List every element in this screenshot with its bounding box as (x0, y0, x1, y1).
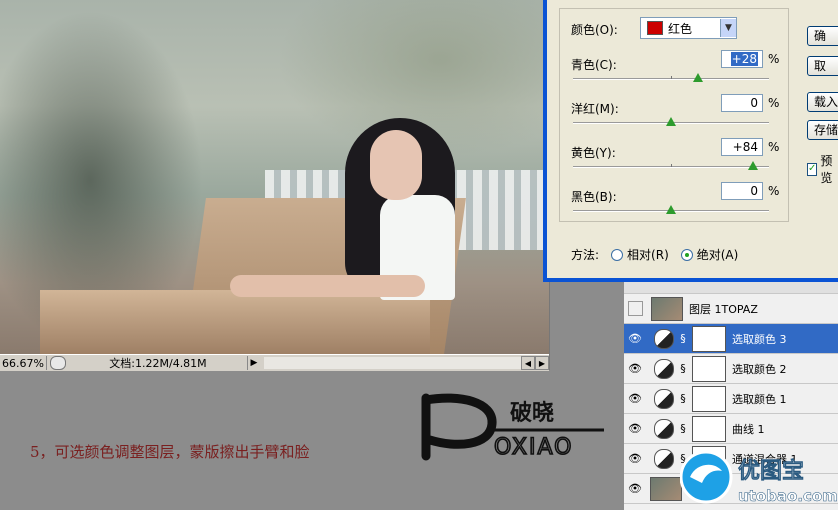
slider-center-tick (671, 76, 672, 79)
slider-row: 青色(C): +28% (571, 50, 781, 94)
scroll-right-icon[interactable]: ▶ (535, 356, 549, 370)
eye-icon[interactable]: 👁 (624, 362, 646, 375)
eye-icon[interactable]: 👁 (624, 452, 646, 465)
radio-relative-label[interactable]: 相对(R) (627, 246, 669, 263)
adjustment-layer-icon (654, 358, 674, 379)
colors-label: 颜色(O): (571, 23, 618, 37)
chevron-down-icon[interactable]: ▼ (720, 19, 736, 37)
document-window: 66.67% 文档:1.22M/4.81M ▶ ◀ ▶ (0, 0, 550, 371)
adjustment-layer-icon (654, 448, 674, 469)
info-icon[interactable] (50, 356, 66, 370)
ok-button[interactable]: 确 (807, 26, 838, 46)
layer-name: 选取颜色 2 (732, 362, 787, 376)
save-button[interactable]: 存储 (807, 120, 838, 140)
layer-mask-thumbnail[interactable] (692, 385, 726, 412)
slider-thumb[interactable] (666, 117, 676, 126)
adjustment-layer-icon (654, 328, 674, 349)
layer-mask-thumbnail[interactable] (692, 355, 726, 382)
slider-label: 青色(C): (571, 58, 617, 72)
chain-link-icon[interactable]: § (676, 392, 690, 405)
slider-row: 洋红(M): 0% (571, 94, 781, 138)
photo-canvas[interactable] (0, 0, 549, 354)
eye-icon[interactable]: 👁 (624, 392, 646, 405)
slider-value-input[interactable]: +84 (721, 138, 763, 156)
slider-label: 黄色(Y): (571, 146, 616, 160)
step-caption: 5，可选颜色调整图层，蒙版擦出手臂和脸 (30, 443, 310, 461)
logo-latin: OXIAO (494, 435, 573, 460)
railing-top (40, 290, 430, 354)
preview-checkbox[interactable]: ✓ 预览 (807, 152, 838, 186)
layer-mask-thumbnail[interactable] (692, 325, 726, 352)
slider-thumb[interactable] (748, 161, 759, 170)
slider-value: +84 (732, 140, 758, 154)
dialog-body: 颜色(O): 红色 ▼ 青色(C): +28% 洋红(M): 0% 黄色(Y): +84%… (547, 0, 838, 278)
layer-name: 曲线 1 (732, 422, 765, 436)
layer-row[interactable]: 👁 § 选取颜色 1 (624, 384, 838, 414)
adjustment-layer-icon (654, 388, 674, 409)
chain-link-icon[interactable]: § (676, 332, 690, 345)
percent-label: % (768, 140, 780, 154)
percent-label: % (768, 52, 780, 66)
method-group: 方法: 相对(R) 绝对(A) (571, 246, 738, 263)
radio-absolute[interactable] (680, 248, 693, 261)
layer-name: 选取颜色 1 (732, 392, 787, 406)
status-bar: 66.67% 文档:1.22M/4.81M ▶ ◀ ▶ (0, 354, 549, 371)
slider-value-input[interactable]: +28 (721, 50, 763, 68)
red-swatch (647, 21, 663, 35)
layer-thumbnail[interactable] (650, 476, 682, 501)
percent-label: % (768, 96, 780, 110)
doc-info: 文档:1.22M/4.81M (69, 356, 248, 370)
layer-name: 选取颜色 3 (732, 332, 787, 346)
layer-name: 图层 1TOPAZ (689, 302, 758, 316)
layer-mask-thumbnail[interactable] (692, 415, 726, 442)
slider-value-input[interactable]: 0 (721, 182, 763, 200)
horizontal-scrollbar[interactable] (264, 357, 521, 369)
eye-icon[interactable]: 👁 (624, 422, 646, 435)
slider-label: 黑色(B): (571, 190, 617, 204)
checkmark-icon[interactable]: ✓ (807, 162, 818, 176)
status-menu-arrow-icon[interactable]: ▶ (248, 356, 260, 370)
logo-chinese: 破晓 (510, 400, 554, 426)
radio-absolute-label[interactable]: 绝对(A) (697, 246, 739, 263)
layer-row[interactable]: 👁 § 选取颜色 2 (624, 354, 838, 384)
slider-row: 黑色(B): 0% (571, 182, 781, 226)
eye-icon[interactable]: 👁 (624, 332, 646, 345)
method-label: 方法: (571, 248, 600, 262)
colors-dropdown[interactable]: 红色 ▼ (640, 17, 737, 39)
slider-value-input[interactable]: 0 (721, 94, 763, 112)
slider-value: 0 (750, 96, 758, 110)
watermark-url: utobao.com (738, 487, 838, 505)
slider-center-tick (671, 164, 672, 167)
radio-relative[interactable] (611, 248, 624, 261)
scroll-left-icon[interactable]: ◀ (521, 356, 535, 370)
visibility-toggle[interactable] (628, 301, 643, 316)
slider-row: 黄色(Y): +84% (571, 138, 781, 182)
slider-value: +28 (730, 52, 758, 66)
layer-thumbnail[interactable] (651, 296, 683, 321)
girl-arm (230, 275, 425, 297)
load-button[interactable]: 载入 (807, 92, 838, 112)
utobao-watermark: 优图宝 utobao.com (680, 450, 838, 505)
layer-row-partial (624, 282, 838, 294)
adjustment-layer-icon (654, 418, 674, 439)
colors-dropdown-value: 红色 (668, 21, 693, 36)
watermark-name: 优图宝 (738, 458, 804, 484)
eye-icon[interactable]: 👁 (624, 482, 646, 495)
layer-row[interactable]: 👁 § 曲线 1 (624, 414, 838, 444)
slider-value: 0 (750, 184, 758, 198)
percent-label: % (768, 184, 780, 198)
cancel-button[interactable]: 取 (807, 56, 838, 76)
poxiao-logo: 破晓 OXIAO (421, 393, 604, 461)
slider-label: 洋红(M): (571, 102, 619, 116)
layer-row[interactable]: 👁 § 选取颜色 3 (624, 324, 838, 354)
slider-thumb[interactable] (693, 73, 704, 82)
preview-label: 预览 (820, 154, 833, 185)
chain-link-icon[interactable]: § (676, 362, 690, 375)
slider-thumb[interactable] (666, 205, 676, 214)
girl-face (370, 130, 422, 200)
layer-row[interactable]: 图层 1TOPAZ (624, 294, 838, 324)
chain-link-icon[interactable]: § (676, 422, 690, 435)
selective-color-dialog: 颜色(O): 红色 ▼ 青色(C): +28% 洋红(M): 0% 黄色(Y): +84%… (543, 0, 838, 282)
zoom-level[interactable]: 66.67% (0, 356, 47, 370)
